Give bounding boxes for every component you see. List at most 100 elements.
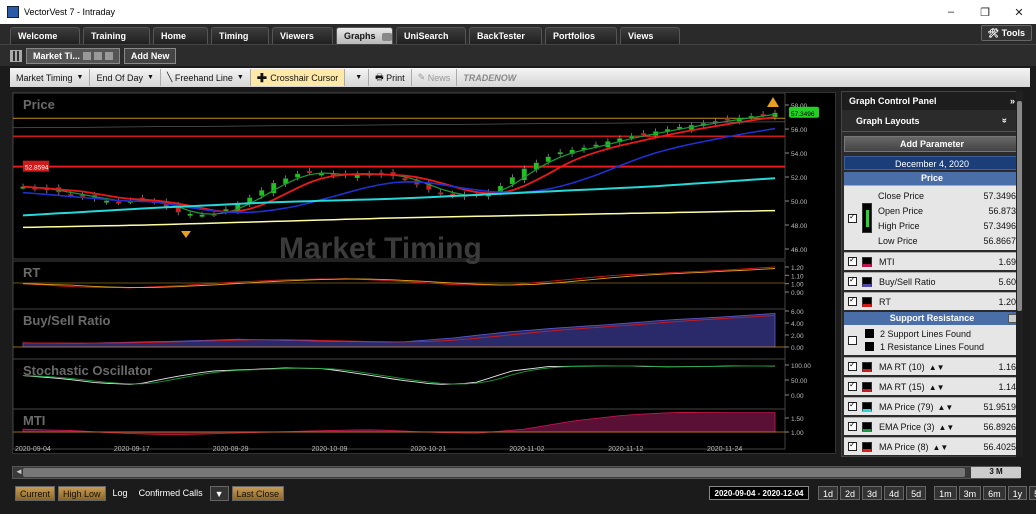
date-range-field[interactable]: 2020-09-04 - 2020-12-04 xyxy=(709,486,809,500)
tab-timing[interactable]: Timing xyxy=(211,27,269,44)
up-down-arrows-icon[interactable]: ▲▼ xyxy=(929,383,945,392)
add-parameter-button[interactable]: Add Parameter xyxy=(844,136,1020,152)
panel-scrollbar[interactable] xyxy=(1016,91,1023,457)
market-timing-dropdown[interactable]: Market Timing ▼ xyxy=(10,69,91,86)
chart-area[interactable]: Price RT Buy/Sell Ratio Stochastic Oscillat… xyxy=(12,92,836,454)
line-color-swatch[interactable] xyxy=(862,401,872,412)
period-1y-button[interactable]: 1y xyxy=(1007,486,1028,500)
line-color-swatch[interactable] xyxy=(862,276,872,287)
indicator-checkbox[interactable] xyxy=(848,420,857,431)
period-3d-button[interactable]: 3d xyxy=(862,486,883,500)
pin-icon[interactable] xyxy=(381,32,392,41)
graph-layouts-header[interactable]: Graph Layouts » xyxy=(842,110,1022,132)
indicator-row[interactable]: EMA Price (3) ▲▼ 56.8926 xyxy=(844,417,1020,435)
period-3m-button[interactable]: 3m xyxy=(958,486,982,500)
maximize-button[interactable]: ❐ xyxy=(968,6,1002,19)
minimize-button[interactable]: – xyxy=(934,6,968,19)
period-4d-button[interactable]: 4d xyxy=(884,486,905,500)
tools-label: Tools xyxy=(1001,28,1025,38)
tab-graphs[interactable]: Graphs xyxy=(336,27,393,44)
indicator-value: 56.4025 xyxy=(983,441,1016,452)
scroll-right-icon[interactable]: ► xyxy=(1009,467,1017,476)
scrollbar-thumb[interactable] xyxy=(23,468,965,477)
line-color-swatch[interactable] xyxy=(862,381,872,392)
high-low-button[interactable]: High Low xyxy=(58,485,106,501)
up-down-arrows-icon[interactable]: ▲▼ xyxy=(938,403,954,412)
freehand-line-dropdown[interactable]: ╲ Freehand Line ▼ xyxy=(161,69,251,86)
bsr-tick-label: 2.00 xyxy=(791,333,804,340)
tab-unisearch[interactable]: UniSearch xyxy=(396,27,466,44)
line-color-swatch[interactable] xyxy=(862,256,872,267)
tab-welcome[interactable]: Welcome xyxy=(10,27,80,44)
panel-scrollbar-thumb[interactable] xyxy=(1017,101,1022,311)
candle-style-icon[interactable] xyxy=(862,203,872,233)
pin-icon[interactable] xyxy=(82,51,91,60)
indicator-checkbox[interactable] xyxy=(848,440,857,451)
up-down-arrows-icon[interactable]: ▲▼ xyxy=(929,363,945,372)
tab-home[interactable]: Home xyxy=(153,27,208,44)
scroll-left-icon[interactable]: ◄ xyxy=(15,467,23,476)
resistance-lines-item: 1 Resistance Lines Found xyxy=(865,340,984,353)
dropdown-icon[interactable] xyxy=(104,51,113,60)
line-color-swatch[interactable] xyxy=(862,421,872,432)
price-tick-label: 46.00 xyxy=(791,247,808,254)
indicator-checkbox[interactable] xyxy=(848,255,857,266)
period-2d-button[interactable]: 2d xyxy=(840,486,861,500)
tab-portfolios[interactable]: Portfolios xyxy=(545,27,617,44)
indicator-row[interactable]: MA RT (15) ▲▼ 1.14 xyxy=(844,377,1020,395)
stoch-tick-label: 100.00 xyxy=(791,363,811,370)
tradenow-logo[interactable]: TRADENOW xyxy=(457,73,522,83)
close-tab-icon[interactable] xyxy=(93,51,102,60)
tab-label: BackTester xyxy=(477,31,525,41)
indicator-checkbox[interactable] xyxy=(848,275,857,286)
log-button[interactable]: Log xyxy=(109,486,132,501)
up-down-arrows-icon[interactable]: ▲▼ xyxy=(939,423,955,432)
period-6m-button[interactable]: 6m xyxy=(983,486,1006,500)
up-down-arrows-icon[interactable]: ▲▼ xyxy=(933,443,949,452)
price-checkbox[interactable] xyxy=(848,212,857,223)
line-color-swatch[interactable] xyxy=(862,296,872,307)
tab-viewers[interactable]: Viewers xyxy=(272,27,333,44)
chart-canvas[interactable]: Price RT Buy/Sell Ratio Stochastic Oscillat… xyxy=(12,92,835,453)
period-5y-button[interactable]: 5y xyxy=(1029,486,1036,500)
expand-icon[interactable]: » xyxy=(1000,118,1010,123)
indicator-row[interactable]: MTI 1.69 xyxy=(844,252,1020,270)
confirmed-calls-button[interactable]: Confirmed Calls xyxy=(135,486,207,501)
tab-backtester[interactable]: BackTester xyxy=(469,27,542,44)
indicator-checkbox[interactable] xyxy=(848,360,857,371)
crosshair-dropdown[interactable]: ▼ xyxy=(345,69,370,86)
print-button[interactable]: 🖶 Print xyxy=(369,69,412,86)
support-resistance-checkbox[interactable] xyxy=(848,335,857,345)
document-tab-market-timing[interactable]: Market Ti... xyxy=(26,47,120,64)
candle-body xyxy=(402,178,408,181)
period-1m-button[interactable]: 1m xyxy=(934,486,957,500)
confirmed-calls-dropdown[interactable]: ▼ xyxy=(209,485,229,501)
grid-icon[interactable] xyxy=(10,49,22,62)
tab-training[interactable]: Training xyxy=(83,27,150,44)
chart-horizontal-scrollbar[interactable]: ◄ 3 M ► xyxy=(12,466,1021,479)
indicator-row[interactable]: MA RT (10) ▲▼ 1.16 xyxy=(844,357,1020,375)
indicator-row[interactable]: MA Price (8) ▲▼ 56.4025 xyxy=(844,437,1020,455)
current-button[interactable]: Current xyxy=(15,485,56,501)
add-new-button[interactable]: Add New xyxy=(123,47,177,64)
indicator-row[interactable]: RT 1.20 xyxy=(844,292,1020,310)
indicator-row[interactable]: MA Price (79) ▲▼ 51.9519 xyxy=(844,397,1020,415)
period-5d-button[interactable]: 5d xyxy=(906,486,927,500)
indicator-checkbox[interactable] xyxy=(848,400,857,411)
last-close-button[interactable]: Last Close xyxy=(231,485,285,501)
line-color-swatch[interactable] xyxy=(862,361,872,372)
candle-body xyxy=(557,151,563,155)
crosshair-cursor-button[interactable]: ✚ Crosshair Cursor xyxy=(250,69,346,86)
end-of-day-dropdown[interactable]: End Of Day ▼ xyxy=(90,69,161,86)
period-1d-button[interactable]: 1d xyxy=(818,486,839,500)
rt-line xyxy=(22,266,776,289)
indicator-checkbox[interactable] xyxy=(848,295,857,306)
indicator-row[interactable]: Buy/Sell Ratio 5.60 xyxy=(844,272,1020,290)
news-button[interactable]: ✎ News xyxy=(412,69,458,86)
indicator-checkbox[interactable] xyxy=(848,380,857,391)
tools-button[interactable]: 🛠 Tools xyxy=(980,25,1032,41)
close-button[interactable]: ✕ xyxy=(1002,6,1036,19)
collapse-icon[interactable]: » xyxy=(1010,96,1015,106)
tab-views[interactable]: Views xyxy=(620,27,680,44)
line-color-swatch[interactable] xyxy=(862,441,872,452)
